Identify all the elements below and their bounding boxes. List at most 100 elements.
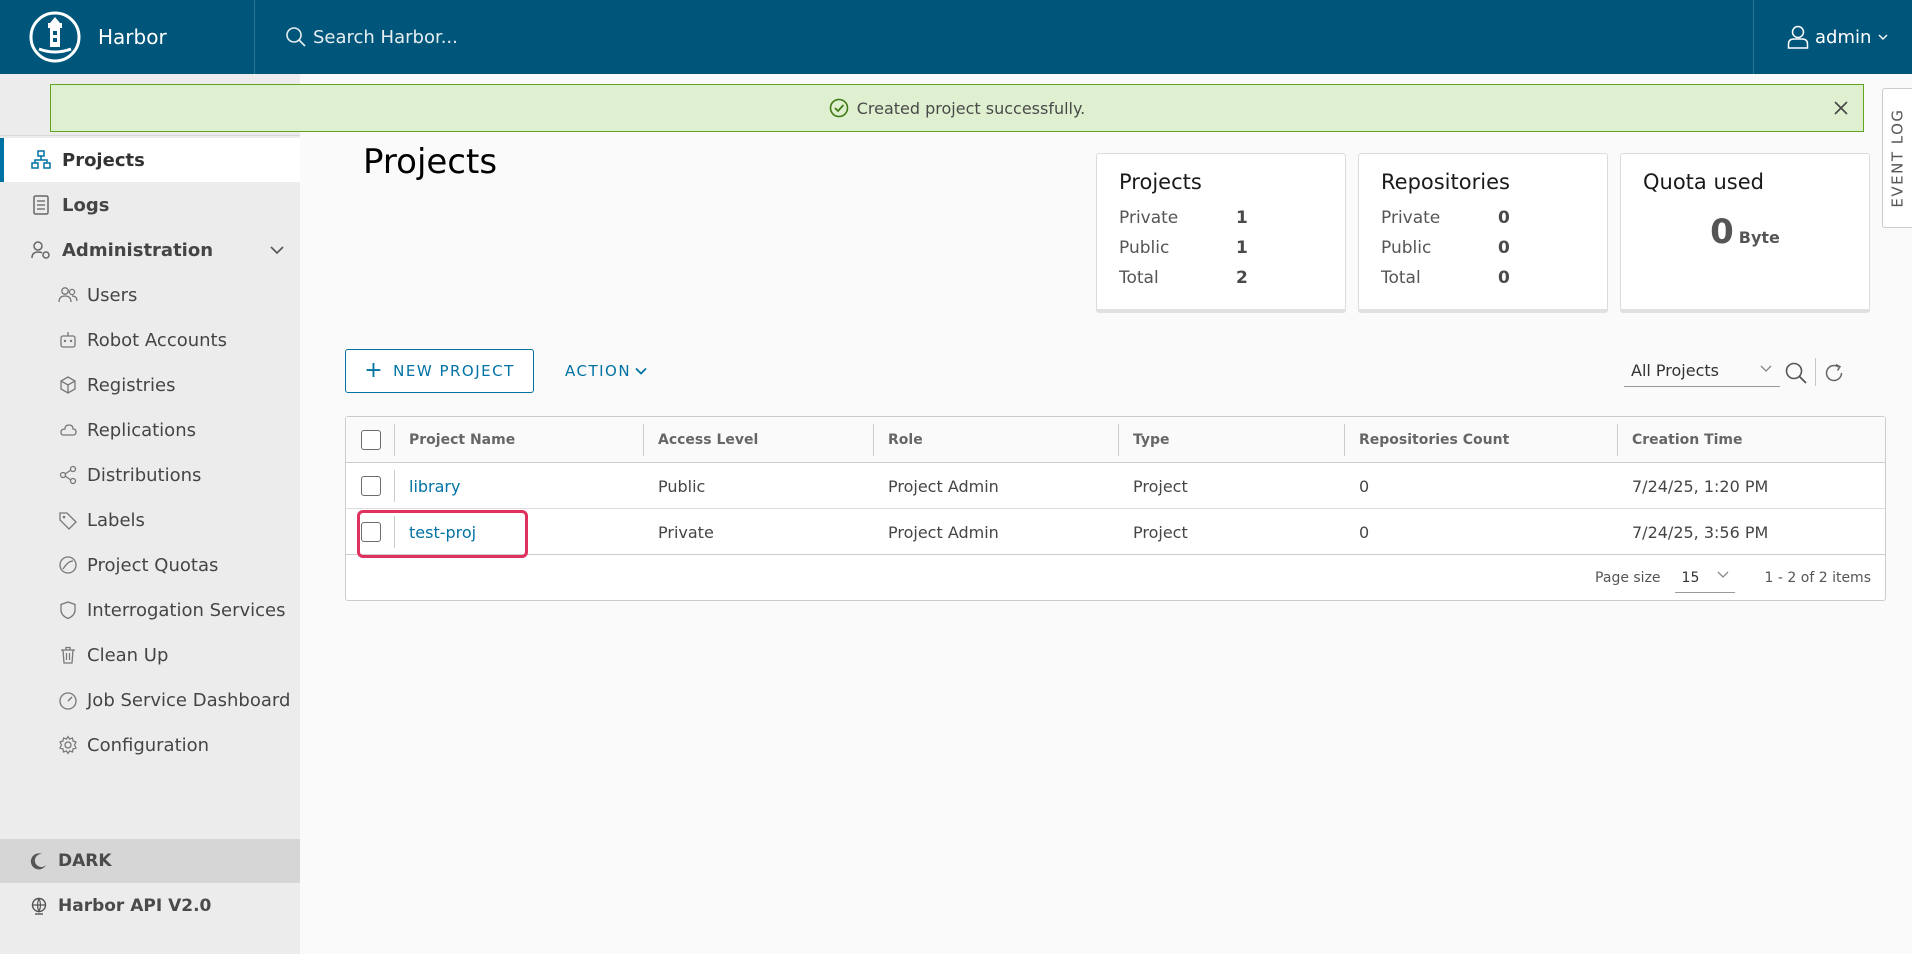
table-footer: Page size 15 1 - 2 of 2 items [346,556,1885,600]
sidebar-item-label: Interrogation Services [87,599,286,621]
chevron-down-icon [1760,365,1772,372]
sidebar-item-interrogation-services[interactable]: Interrogation Services [0,588,300,632]
sidebar-item-job-service-dashboard[interactable]: Job Service Dashboard [0,678,300,722]
repositories-count-cell: 0 [1359,522,1370,542]
column-header[interactable]: Access Level [658,417,758,463]
check-circle-icon [829,98,849,118]
trash-icon [57,644,79,666]
sidebar-item-clean-up[interactable]: Clean Up [0,633,300,677]
access-level-cell: Public [658,476,706,496]
sidebar-item-label: Users [87,284,138,306]
gear-icon [57,734,79,756]
chevron-down-icon[interactable] [269,240,285,260]
sidebar-item-robot-accounts[interactable]: Robot Accounts [0,318,300,362]
card-row-value: 0 [1498,208,1510,228]
column-header[interactable]: Role [888,417,923,463]
harbor-logo-icon [29,11,81,63]
card-row-label: Private [1119,208,1179,228]
page-size-select[interactable]: 15 [1674,563,1735,593]
project-name-link[interactable]: test-proj [409,509,476,555]
alert-message: Created project successfully. [856,98,1086,118]
sidebar-item-label: Projects [62,149,145,171]
select-all-checkbox[interactable] [361,430,381,450]
quotas-icon [57,554,79,576]
sidebar-item-label: Job Service Dashboard [87,689,291,711]
page-size-label: Page size [1595,570,1661,586]
card-title: Repositories [1381,170,1510,194]
table-header: Project Name Access Level Role Type Repo… [346,417,1885,463]
moon-icon [30,853,46,870]
toolbar-divider [1815,358,1816,386]
projects-icon [30,149,52,171]
table-row[interactable]: test-proj Private Project Admin Project … [346,509,1885,555]
new-project-button[interactable]: + NEW PROJECT [345,349,534,393]
action-dropdown[interactable]: ACTION [565,349,647,393]
role-cell: Project Admin [888,476,999,496]
row-checkbox[interactable] [361,522,381,542]
distributions-icon [57,464,79,486]
alert-close-button[interactable] [1829,96,1853,120]
sidebar-item-users[interactable]: Users [0,273,300,317]
replications-icon [57,419,79,441]
brand[interactable]: Harbor [0,0,255,74]
sidebar-item-logs[interactable]: Logs [0,183,300,227]
project-name-link[interactable]: library [409,463,460,509]
global-search[interactable] [285,17,1912,57]
column-separator [394,424,395,456]
sidebar-item-replications[interactable]: Replications [0,408,300,452]
card-row: Total 0 [1381,263,1585,293]
page-size-value: 15 [1681,569,1700,586]
card-row-value: 0 [1498,268,1510,288]
sidebar-item-registries[interactable]: Registries [0,363,300,407]
harbor-api-link[interactable]: Harbor API V2.0 [0,884,300,928]
card-row: Public 0 [1381,233,1585,263]
sidebar-item-label: Distributions [87,464,202,486]
projects-table: Project Name Access Level Role Type Repo… [345,416,1886,601]
table-row[interactable]: library Public Project Admin Project 0 7… [346,463,1885,509]
quota-number: 0 [1710,212,1734,252]
sidebar-item-administration[interactable]: Administration [0,228,300,272]
card-row-label: Public [1119,238,1170,258]
filter-search-button[interactable] [1783,360,1809,386]
sidebar-item-labels[interactable]: Labels [0,498,300,542]
column-header[interactable]: Repositories Count [1359,417,1509,463]
dark-mode-toggle[interactable]: DARK [0,839,300,883]
column-separator [1344,424,1345,456]
sidebar-item-label: Registries [87,374,176,396]
sidebar-item-label: Project Quotas [87,554,219,576]
refresh-button[interactable] [1820,359,1848,387]
user-menu[interactable]: admin [1753,0,1912,74]
repositories-summary-card: Repositories Private 0 Public 0 Total 0 [1358,153,1608,313]
column-separator [873,424,874,456]
sidebar-item-distributions[interactable]: Distributions [0,453,300,497]
card-row-label: Total [1119,268,1159,288]
card-row-label: Private [1381,208,1441,228]
top-header: Harbor admin [0,0,1912,74]
event-log-tab[interactable]: EVENT LOG [1882,88,1912,228]
sidebar-item-project-quotas[interactable]: Project Quotas [0,543,300,587]
sidebar-item-configuration[interactable]: Configuration [0,723,300,767]
project-filter-select[interactable]: All Projects [1624,355,1780,387]
sidebar-item-projects[interactable]: Projects [0,138,300,182]
sidebar-item-label: Configuration [87,734,210,756]
dashboard-icon [57,689,79,711]
column-separator [394,470,395,502]
row-checkbox[interactable] [361,476,381,496]
quota-value: 0 Byte [1643,212,1847,252]
chevron-down-icon [635,367,647,375]
column-header[interactable]: Type [1133,417,1170,463]
column-header[interactable]: Project Name [409,417,515,463]
logs-icon [30,194,52,216]
api-icon [31,897,47,915]
users-icon [57,284,79,306]
quota-summary-card: Quota used 0 Byte [1620,153,1870,313]
card-row-value: 2 [1236,268,1248,288]
card-row: Public 1 [1119,233,1323,263]
chevron-down-icon [1717,571,1729,578]
search-input[interactable] [313,26,713,48]
column-header[interactable]: Creation Time [1632,417,1743,463]
refresh-icon [1825,363,1843,382]
sidebar-item-label: Replications [87,419,196,441]
sidebar-item-label: Administration [62,239,214,261]
item-count: 1 - 2 of 2 items [1764,570,1871,586]
